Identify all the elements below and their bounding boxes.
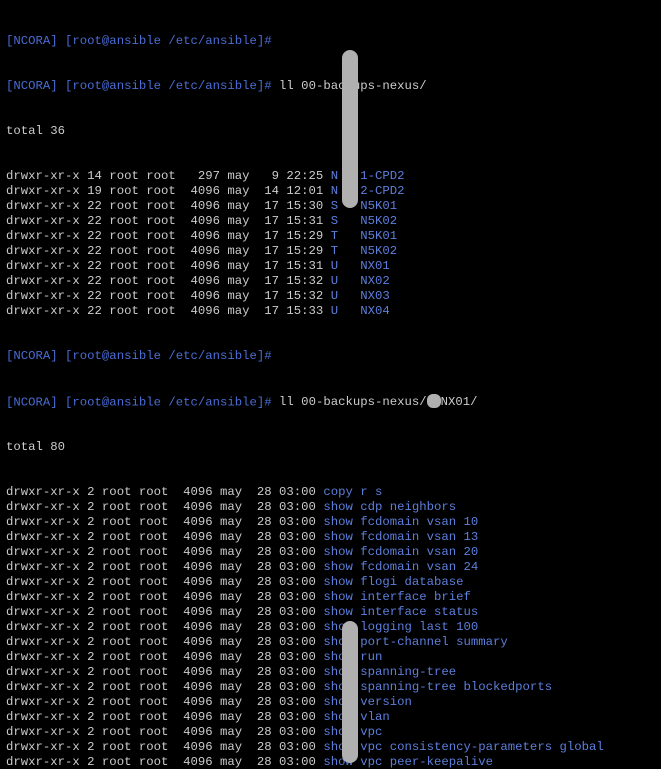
redaction-pill — [342, 621, 358, 763]
dir-name: show version — [323, 695, 412, 709]
list-row: drwxr-xr-x 2 root root 4096 may 28 03:00… — [6, 665, 655, 680]
list-row: drwxr-xr-x 2 root root 4096 may 28 03:00… — [6, 530, 655, 545]
prompt-line: [NCORA] [root@ansible /etc/ansible]# ll … — [6, 79, 655, 94]
list-row: drwxr-xr-x 2 root root 4096 may 28 03:00… — [6, 515, 655, 530]
list-row: drwxr-xr-x 19 root root 4096 may 14 12:0… — [6, 184, 655, 199]
dir-name: S N5K02 — [331, 214, 397, 228]
total-line: total 80 — [6, 440, 655, 455]
prompt-line: [NCORA] [root@ansible /etc/ansible]# — [6, 34, 655, 49]
dir-name: T N5K02 — [331, 244, 397, 258]
list-row: drwxr-xr-x 22 root root 4096 may 17 15:3… — [6, 274, 655, 289]
prompt-host: [NCORA] [root@ansible /etc/ansible]# — [6, 349, 272, 363]
list-row: drwxr-xr-x 2 root root 4096 may 28 03:00… — [6, 740, 655, 755]
list-row: drwxr-xr-x 2 root root 4096 may 28 03:00… — [6, 575, 655, 590]
list-row: drwxr-xr-x 2 root root 4096 may 28 03:00… — [6, 680, 655, 695]
list-row: drwxr-xr-x 2 root root 4096 may 28 03:00… — [6, 560, 655, 575]
list-row: drwxr-xr-x 22 root root 4096 may 17 15:3… — [6, 304, 655, 319]
directory-listing: drwxr-xr-x 2 root root 4096 may 28 03:00… — [6, 485, 655, 769]
list-row: drwxr-xr-x 2 root root 4096 may 28 03:00… — [6, 635, 655, 650]
dir-name: show interface status — [323, 605, 478, 619]
list-row: drwxr-xr-x 2 root root 4096 may 28 03:00… — [6, 620, 655, 635]
list-row: drwxr-xr-x 22 root root 4096 may 17 15:2… — [6, 229, 655, 244]
list-row: drwxr-xr-x 2 root root 4096 may 28 03:00… — [6, 485, 655, 500]
dir-name: S N5K01 — [331, 199, 397, 213]
list-row: drwxr-xr-x 22 root root 4096 may 17 15:3… — [6, 289, 655, 304]
dir-name: U NX03 — [331, 289, 390, 303]
dir-name: show fcdomain vsan 20 — [323, 545, 478, 559]
dir-name: copy r s — [323, 485, 382, 499]
list-row: drwxr-xr-x 2 root root 4096 may 28 03:00… — [6, 500, 655, 515]
command: ll 00-backups-nexus/NX01/ — [279, 395, 478, 409]
dir-name: show fcdomain vsan 10 — [323, 515, 478, 529]
dir-name: show interface brief — [323, 590, 471, 604]
prompt-host: [NCORA] [root@ansible /etc/ansible]# — [6, 79, 272, 93]
dir-name: show fcdomain vsan 13 — [323, 530, 478, 544]
list-row: drwxr-xr-x 2 root root 4096 may 28 03:00… — [6, 545, 655, 560]
prompt-line: [NCORA] [root@ansible /etc/ansible]# — [6, 349, 655, 364]
prompt-host: [NCORA] [root@ansible /etc/ansible]# — [6, 34, 272, 48]
list-row: drwxr-xr-x 2 root root 4096 may 28 03:00… — [6, 650, 655, 665]
list-row: drwxr-xr-x 2 root root 4096 may 28 03:00… — [6, 755, 655, 769]
list-row: drwxr-xr-x 2 root root 4096 may 28 03:00… — [6, 590, 655, 605]
prompt-line: [NCORA] [root@ansible /etc/ansible]# ll … — [6, 394, 655, 410]
list-row: drwxr-xr-x 22 root root 4096 may 17 15:3… — [6, 199, 655, 214]
list-row: drwxr-xr-x 22 root root 4096 may 17 15:3… — [6, 259, 655, 274]
dir-name: U NX04 — [331, 304, 390, 318]
list-row: drwxr-xr-x 2 root root 4096 may 28 03:00… — [6, 605, 655, 620]
list-row: drwxr-xr-x 14 root root 297 may 9 22:25 … — [6, 169, 655, 184]
dir-name: U NX02 — [331, 274, 390, 288]
dir-name: U NX01 — [331, 259, 390, 273]
dir-name: T N5K01 — [331, 229, 397, 243]
redaction-pill — [342, 50, 358, 208]
list-row: drwxr-xr-x 2 root root 4096 may 28 03:00… — [6, 725, 655, 740]
list-row: drwxr-xr-x 22 root root 4096 may 17 15:3… — [6, 214, 655, 229]
dir-name: show fcdomain vsan 24 — [323, 560, 478, 574]
list-row: drwxr-xr-x 2 root root 4096 may 28 03:00… — [6, 695, 655, 710]
prompt-host: [NCORA] [root@ansible /etc/ansible]# — [6, 395, 272, 409]
list-row: drwxr-xr-x 2 root root 4096 may 28 03:00… — [6, 710, 655, 725]
dir-name: show cdp neighbors — [323, 500, 456, 514]
dir-name: show vpc consistency-parameters global — [323, 740, 603, 754]
redaction — [427, 394, 441, 408]
directory-listing: drwxr-xr-x 14 root root 297 may 9 22:25 … — [6, 169, 655, 319]
list-row: drwxr-xr-x 22 root root 4096 may 17 15:2… — [6, 244, 655, 259]
dir-name: show flogi database — [323, 575, 463, 589]
terminal[interactable]: [NCORA] [root@ansible /etc/ansible]# [NC… — [0, 0, 661, 769]
total-line: total 36 — [6, 124, 655, 139]
